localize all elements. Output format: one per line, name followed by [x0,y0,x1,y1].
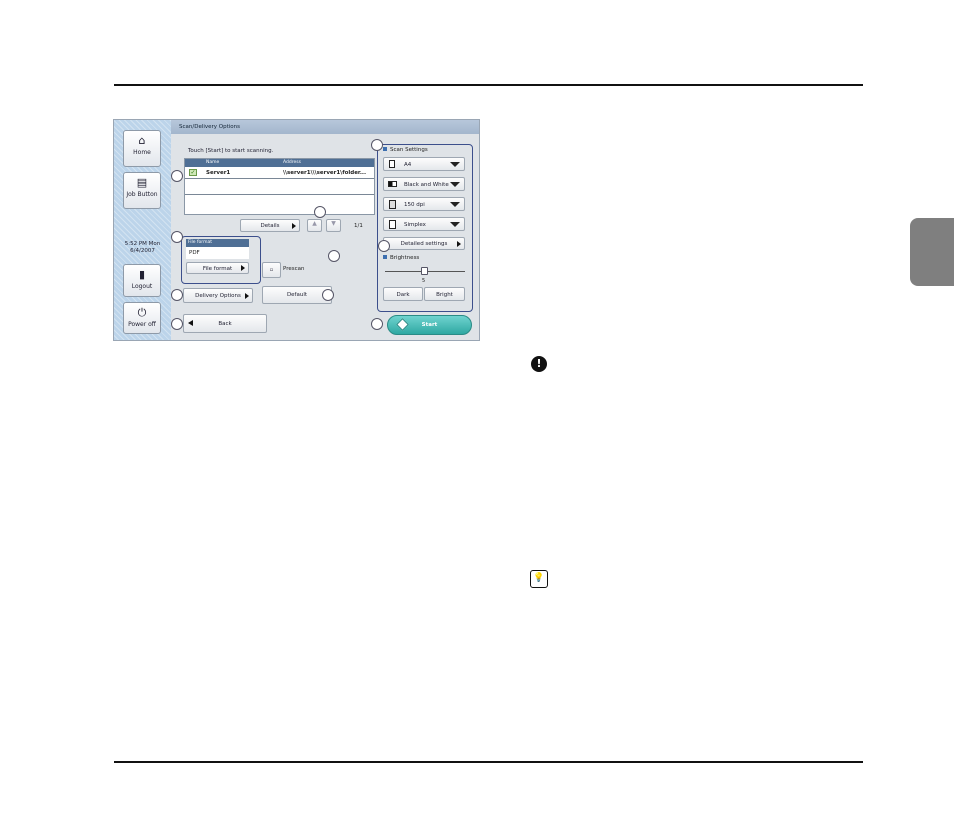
page-up-button[interactable]: ▲ [307,219,322,232]
callout-marker [171,170,183,182]
arrow-right-icon [292,223,296,229]
col-address: Address [283,160,301,165]
home-icon: ⌂ [138,134,146,147]
start-button[interactable]: Start [387,315,472,335]
clock-date: 6/4/2007 [130,248,155,254]
callout-marker [322,289,334,301]
default-label: Default [286,292,308,298]
clock: 5:52 PM Mon 6/4/2007 [118,241,167,255]
prescan-checkbox[interactable]: ▫ [262,262,281,278]
instruction-text: Touch [Start] to start scanning. [188,148,274,154]
callout-marker [171,289,183,301]
col-name: Name [206,160,220,165]
callout-marker [371,318,383,330]
header-rule [114,84,863,86]
list-header: Name Address [185,159,374,167]
sidebar: ⌂ Home ▤ Job Button 5:52 PM Mon 6/4/2007… [114,120,171,340]
list-row-empty [185,185,374,195]
check-icon: ✓ [189,169,197,176]
back-label: Back [218,321,232,327]
logout-button[interactable]: ▮ Logout [123,264,161,297]
power-off-label: Power off [128,321,156,328]
home-label: Home [133,149,151,156]
delivery-options-button[interactable]: Delivery Options [183,288,253,303]
power-icon: ⏻ [137,306,147,319]
page-indicator: 1/1 [354,223,363,229]
details-label: Details [260,223,280,229]
highlight-scan-settings [377,144,473,312]
logout-label: Logout [131,283,153,290]
important-exclamation-icon: ! [531,356,547,372]
callout-marker [328,250,340,262]
row-address: \\server1\\\server1\folder... [283,170,367,176]
prescan-label: Prescan [283,266,305,272]
scan-delivery-screen: ⌂ Home ▤ Job Button 5:52 PM Mon 6/4/2007… [113,119,480,341]
destination-list: Name Address ✓ Server1 \\server1\\\serve… [184,158,375,215]
logout-icon: ▮ [138,268,146,281]
back-arrow-icon [188,320,193,326]
page-down-button[interactable]: ▼ [326,219,341,232]
job-button[interactable]: ▤ Job Button [123,172,161,209]
chapter-tab [910,218,954,286]
screen-title: Scan/Delivery Options [171,120,479,134]
row-name: Server1 [206,170,231,176]
start-diamond-icon [396,318,409,331]
clock-time: 5:52 PM Mon [124,241,161,247]
highlight-file-format [181,236,261,284]
footer-rule [114,761,863,763]
delivery-options-label: Delivery Options [195,293,241,299]
details-button[interactable]: Details [240,219,300,232]
callout-marker [171,231,183,243]
job-button-label: Job Button [126,191,158,198]
back-button[interactable]: Back [183,314,267,333]
hint-lightbulb-icon: 💡 [530,570,548,588]
callout-marker [371,139,383,151]
start-label: Start [421,322,438,328]
arrow-right-icon [245,293,249,299]
home-button[interactable]: ⌂ Home [123,130,161,167]
job-icon: ▤ [136,176,148,189]
callout-marker [314,206,326,218]
main-panel: Scan/Delivery Options Touch [Start] to s… [171,120,479,340]
callout-marker [171,318,183,330]
list-row[interactable]: ✓ Server1 \\server1\\\server1\folder... [185,167,374,179]
power-off-button[interactable]: ⏻ Power off [123,302,161,334]
callout-marker [378,240,390,252]
